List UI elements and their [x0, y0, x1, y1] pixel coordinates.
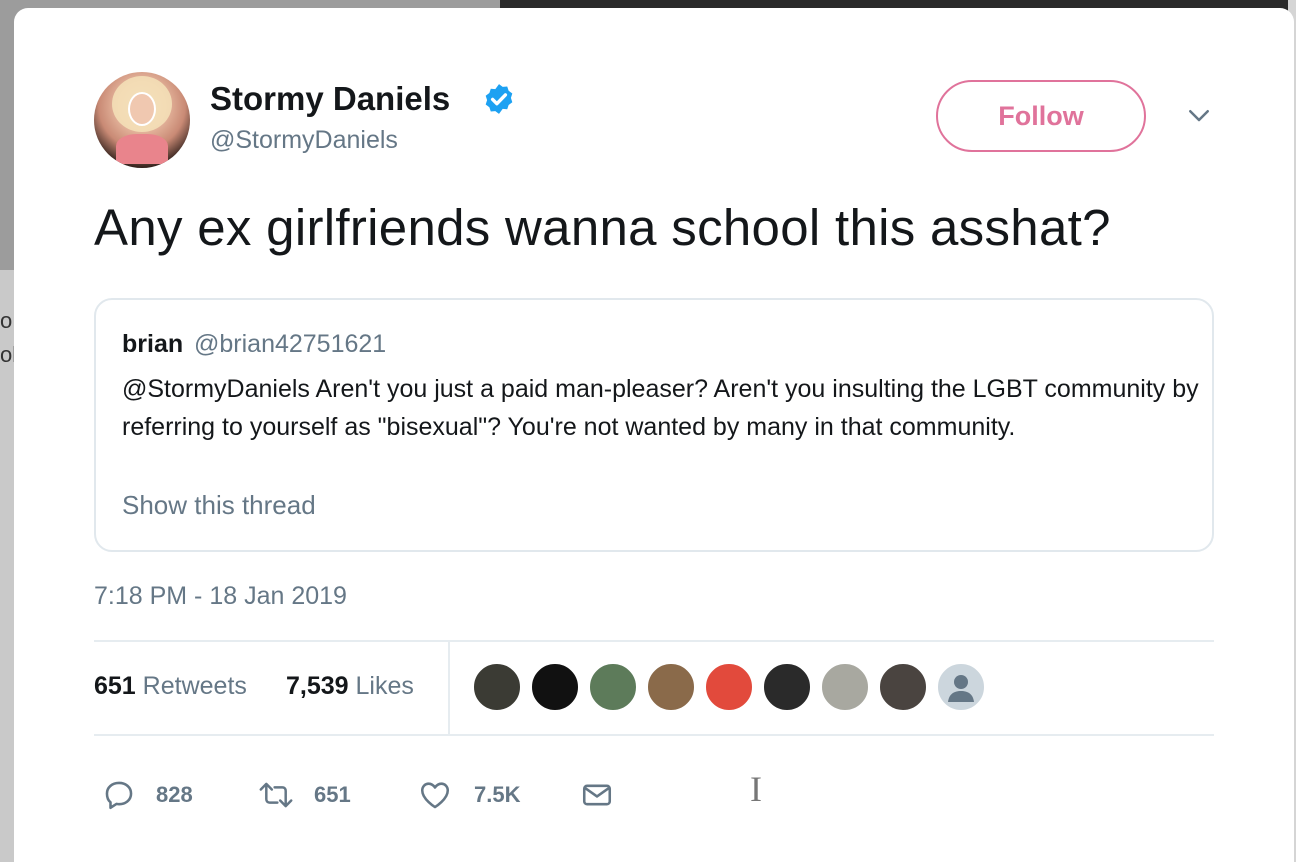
liker-avatar[interactable]	[762, 662, 812, 712]
likes-count: 7,539	[286, 672, 349, 700]
liker-avatar[interactable]	[530, 662, 580, 712]
likes-label: Likes	[355, 672, 414, 700]
retweet-icon	[259, 782, 293, 808]
background-text-fragment: o	[0, 308, 13, 333]
tweet-text: Any ex girlfriends wanna school this ass…	[94, 199, 1111, 256]
chevron-down-icon[interactable]	[1184, 100, 1214, 130]
quoted-author-handle[interactable]: @brian42751621	[194, 330, 386, 359]
tweet-header: Stormy Daniels @StormyDaniels Follow	[94, 72, 1224, 172]
liker-avatar[interactable]	[878, 662, 928, 712]
text-cursor-icon: I	[750, 769, 762, 809]
liker-avatar[interactable]	[704, 662, 754, 712]
divider	[94, 734, 1214, 736]
default-avatar-icon[interactable]	[936, 662, 986, 712]
show-thread-link[interactable]: Show this thread	[122, 490, 316, 521]
author-avatar[interactable]	[94, 72, 190, 168]
retweet-count: 651	[314, 782, 351, 807]
liker-avatar[interactable]	[820, 662, 870, 712]
background-text-fragment: ol	[0, 342, 14, 367]
tweet-modal: Stormy Daniels @StormyDaniels Follow Any…	[14, 8, 1294, 862]
likes-stat[interactable]: 7,539 Likes	[286, 672, 414, 701]
like-count: 7.5K	[474, 782, 521, 807]
retweets-stat[interactable]: 651 Retweets	[94, 672, 247, 701]
tweet-timestamp[interactable]: 7:18 PM - 18 Jan 2019	[94, 582, 347, 611]
retweets-label: Retweets	[142, 672, 247, 700]
retweets-count: 651	[94, 672, 136, 700]
author-handle[interactable]: @StormyDaniels	[210, 126, 398, 155]
reply-count: 828	[156, 782, 193, 807]
liker-avatar[interactable]	[646, 662, 696, 712]
reply-icon	[105, 781, 133, 810]
envelope-icon	[582, 784, 612, 806]
liker-avatar[interactable]	[588, 662, 638, 712]
liker-avatar[interactable]	[472, 662, 522, 712]
stats-separator	[448, 640, 450, 736]
quoted-tweet[interactable]: brian @brian42751621 @StormyDaniels Aren…	[94, 298, 1214, 552]
follow-button[interactable]: Follow	[936, 80, 1146, 152]
author-name[interactable]: Stormy Daniels	[210, 80, 450, 118]
quoted-tweet-text: @StormyDaniels Aren't you just a paid ma…	[122, 375, 1199, 441]
quoted-author-name[interactable]: brian	[122, 330, 183, 359]
verified-badge-icon	[485, 84, 513, 114]
divider	[94, 640, 1214, 642]
heart-icon	[420, 782, 450, 809]
